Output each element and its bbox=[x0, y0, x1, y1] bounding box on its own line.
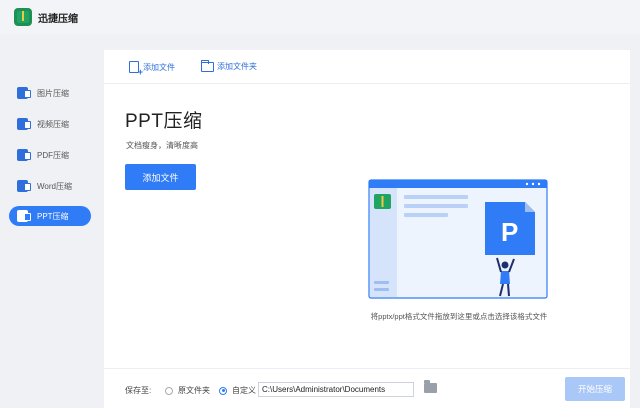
bottom-bar: 保存至: 原文件夹 自定义 开始压缩 bbox=[104, 368, 630, 408]
window-dot-icon bbox=[525, 182, 529, 186]
placeholder-line bbox=[374, 288, 389, 291]
drop-zone-illustration[interactable]: P bbox=[368, 179, 548, 301]
radio-unchecked-icon bbox=[165, 386, 173, 395]
placeholder-line bbox=[404, 213, 448, 217]
start-compress-button[interactable]: 开始压缩 bbox=[565, 377, 625, 401]
add-file-toolbar-button[interactable]: 添加文件 bbox=[129, 61, 175, 77]
sidebar-item-label: 视频压缩 bbox=[37, 119, 69, 129]
sidebar-item-pdf-compress[interactable]: PDF压缩 bbox=[9, 145, 91, 165]
video-file-icon bbox=[17, 118, 31, 130]
save-path-input[interactable] bbox=[258, 382, 414, 397]
drop-hint-text: 将pptx/ppt格式文件拖放到这里或点击选择该格式文件 bbox=[370, 312, 548, 321]
placeholder-line bbox=[374, 281, 389, 284]
main-panel: 添加文件 添加文件夹 PPT压缩 文档瘦身，清晰度高 添加文件 P bbox=[104, 50, 630, 408]
page-title: PPT压缩 bbox=[125, 111, 203, 132]
folder-browse-icon[interactable] bbox=[424, 380, 437, 393]
mini-logo-zip-icon bbox=[381, 196, 384, 207]
sidebar-item-word-compress[interactable]: Word压缩 bbox=[9, 176, 91, 196]
placeholder-line bbox=[404, 195, 468, 199]
save-to-label: 保存至: bbox=[125, 386, 152, 395]
radio-label: 原文件夹 bbox=[178, 386, 210, 395]
app-title: 迅捷压缩 bbox=[38, 14, 78, 25]
sidebar-item-label: PPT压缩 bbox=[37, 211, 69, 221]
word-file-icon bbox=[17, 180, 31, 192]
window-dot-icon bbox=[531, 182, 535, 186]
sidebar-item-label: PDF压缩 bbox=[37, 150, 69, 160]
window-dot-icon bbox=[537, 182, 541, 186]
radio-checked-icon bbox=[219, 386, 227, 395]
window-header bbox=[369, 180, 547, 188]
radio-label: 自定义 bbox=[232, 386, 256, 395]
add-file-button[interactable]: 添加文件 bbox=[125, 164, 196, 190]
add-folder-label: 添加文件夹 bbox=[217, 62, 257, 71]
ppt-glyph: P bbox=[501, 217, 518, 247]
app-logo-icon bbox=[14, 8, 32, 26]
sidebar: 图片压缩 视频压缩 PDF压缩 Word压缩 PPT压缩 bbox=[0, 34, 98, 408]
pdf-file-icon bbox=[17, 149, 31, 161]
add-file-icon bbox=[129, 61, 143, 77]
radio-original-folder[interactable]: 原文件夹 bbox=[165, 385, 210, 396]
image-file-icon bbox=[17, 87, 31, 99]
sidebar-item-ppt-compress[interactable]: PPT压缩 bbox=[9, 206, 91, 226]
add-file-label: 添加文件 bbox=[143, 62, 175, 72]
toolbar: 添加文件 添加文件夹 bbox=[104, 50, 630, 84]
add-folder-icon bbox=[201, 59, 214, 72]
sidebar-item-image-compress[interactable]: 图片压缩 bbox=[9, 83, 91, 103]
ppt-file-icon bbox=[17, 210, 31, 222]
placeholder-line bbox=[404, 204, 468, 208]
page-subtitle: 文档瘦身，清晰度高 bbox=[126, 141, 198, 150]
sidebar-item-video-compress[interactable]: 视频压缩 bbox=[9, 114, 91, 134]
sidebar-item-label: Word压缩 bbox=[37, 181, 72, 191]
title-bar: 迅捷压缩 bbox=[0, 0, 640, 34]
add-folder-toolbar-button[interactable]: 添加文件夹 bbox=[201, 59, 257, 72]
radio-custom-folder[interactable]: 自定义 bbox=[219, 385, 256, 396]
sidebar-item-label: 图片压缩 bbox=[37, 88, 69, 98]
